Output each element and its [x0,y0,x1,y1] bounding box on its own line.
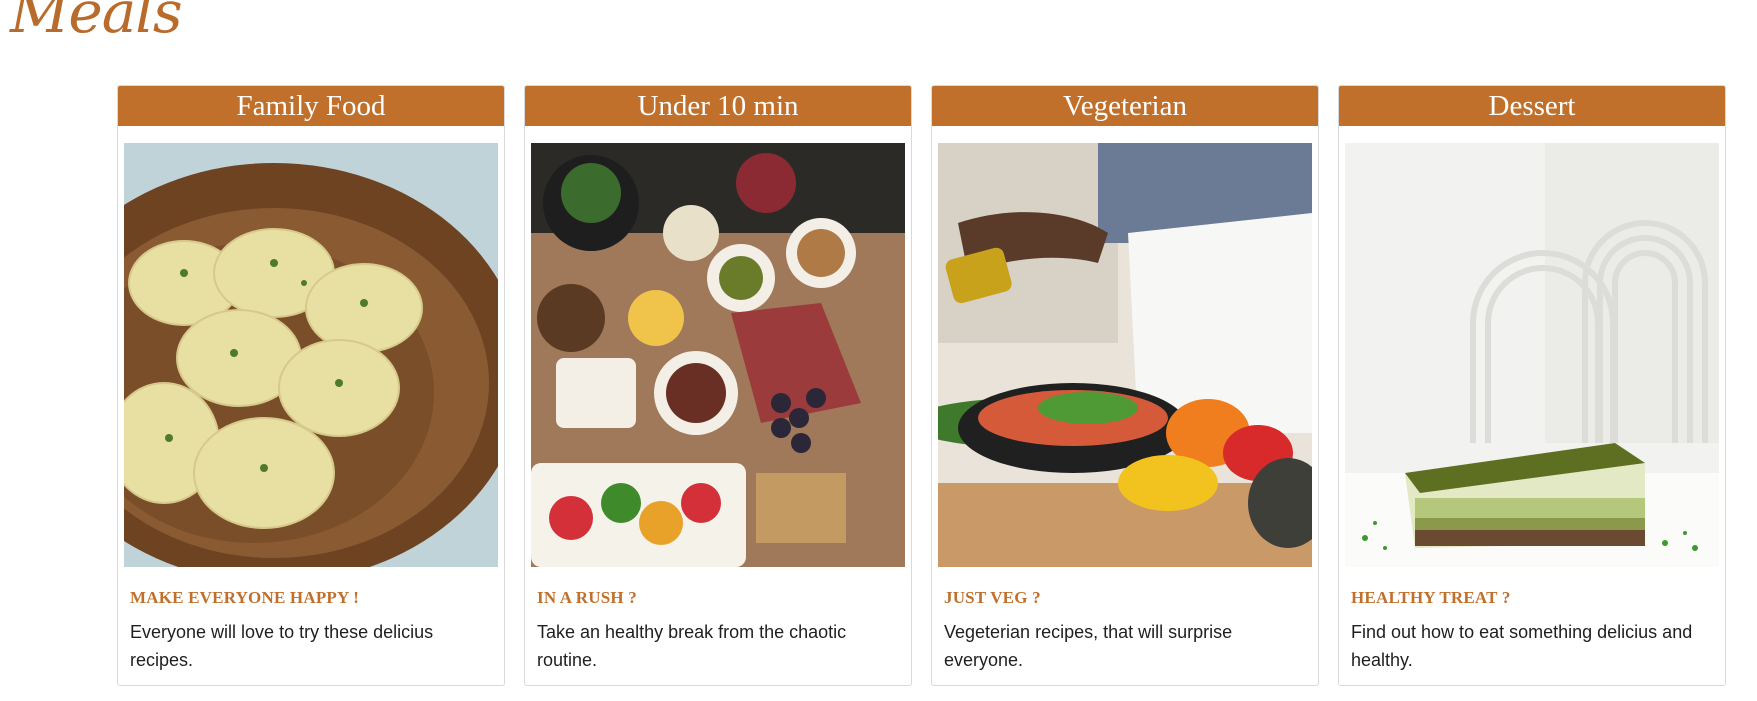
card-dessert[interactable]: Dessert HEALTHY TREAT ? Find out how to … [1338,85,1726,686]
card-description: Everyone will love to try these delicius… [130,622,434,670]
card-image[interactable] [1345,143,1719,567]
card-title: Vegeterian [932,86,1318,126]
card-image[interactable] [938,143,1312,567]
card-under-10-min[interactable]: Under 10 min IN A RUSH ? Take an healthy… [524,85,912,686]
card-description: Find out how to eat something delicius a… [1351,622,1693,670]
card-subtitle: MAKE EVERYONE HAPPY ! [130,588,360,607]
card-subtitle: HEALTHY TREAT ? [1351,588,1511,607]
card-image[interactable] [531,143,905,567]
card-title: Under 10 min [525,86,911,126]
card-family-food[interactable]: Family Food MAKE EVERYONE HAPPY ! Everyo… [117,85,505,686]
card-title: Dessert [1339,86,1725,126]
card-subtitle: IN A RUSH ? [537,588,637,607]
card-vegeterian[interactable]: Vegeterian JUST VEG ? Vegeterian recipes… [931,85,1319,686]
card-description: Vegeterian recipes, that will surprise e… [944,622,1233,670]
card-description: Take an healthy break from the chaotic r… [537,622,847,670]
card-subtitle: JUST VEG ? [944,588,1041,607]
card-image[interactable] [124,143,498,567]
card-title: Family Food [118,86,504,126]
site-logo[interactable]: Meals [10,0,183,46]
